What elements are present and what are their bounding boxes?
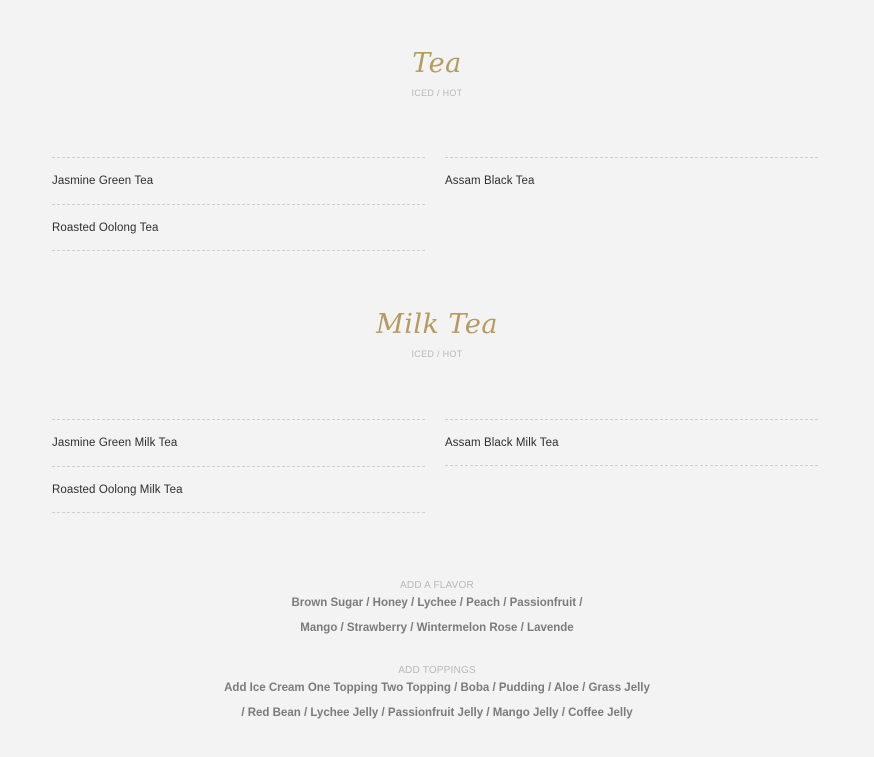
tea-menu-right-column: Assam Black Tea bbox=[445, 157, 818, 204]
tea-menu-left-column: Jasmine Green Tea Roasted Oolong Tea bbox=[52, 157, 425, 251]
tea-section-subtitle: ICED / HOT bbox=[411, 88, 463, 98]
flavor-options-line-1: Brown Sugar / Honey / Lychee / Peach / P… bbox=[291, 597, 583, 609]
tea-section-title: Tea bbox=[412, 48, 462, 79]
menu-item-jasmine-green-tea: Jasmine Green Tea bbox=[52, 157, 425, 204]
milk-tea-menu-right-column: Assam Black Milk Tea bbox=[445, 419, 818, 466]
toppings-options-line-2: / Red Bean / Lychee Jelly / Passionfruit… bbox=[241, 707, 633, 719]
menu-item-roasted-oolong-milk-tea: Roasted Oolong Milk Tea bbox=[52, 466, 425, 513]
milk-tea-menu-left-column: Jasmine Green Milk Tea Roasted Oolong Mi… bbox=[52, 419, 425, 513]
menu-item-roasted-oolong-tea: Roasted Oolong Tea bbox=[52, 204, 425, 251]
milk-tea-section-title: Milk Tea bbox=[376, 309, 498, 340]
milk-tea-section-subtitle: ICED / HOT bbox=[411, 349, 463, 359]
add-toppings-label: ADD TOPPINGS bbox=[398, 665, 476, 676]
toppings-options-line-1: Add Ice Cream One Topping Two Topping / … bbox=[224, 682, 650, 694]
menu-item-assam-black-milk-tea: Assam Black Milk Tea bbox=[445, 419, 818, 466]
menu-item-jasmine-green-milk-tea: Jasmine Green Milk Tea bbox=[52, 419, 425, 466]
flavor-options-line-2: Mango / Strawberry / Wintermelon Rose / … bbox=[300, 622, 574, 634]
menu-item-assam-black-tea: Assam Black Tea bbox=[445, 157, 818, 204]
add-flavor-label: ADD A FLAVOR bbox=[400, 580, 474, 591]
